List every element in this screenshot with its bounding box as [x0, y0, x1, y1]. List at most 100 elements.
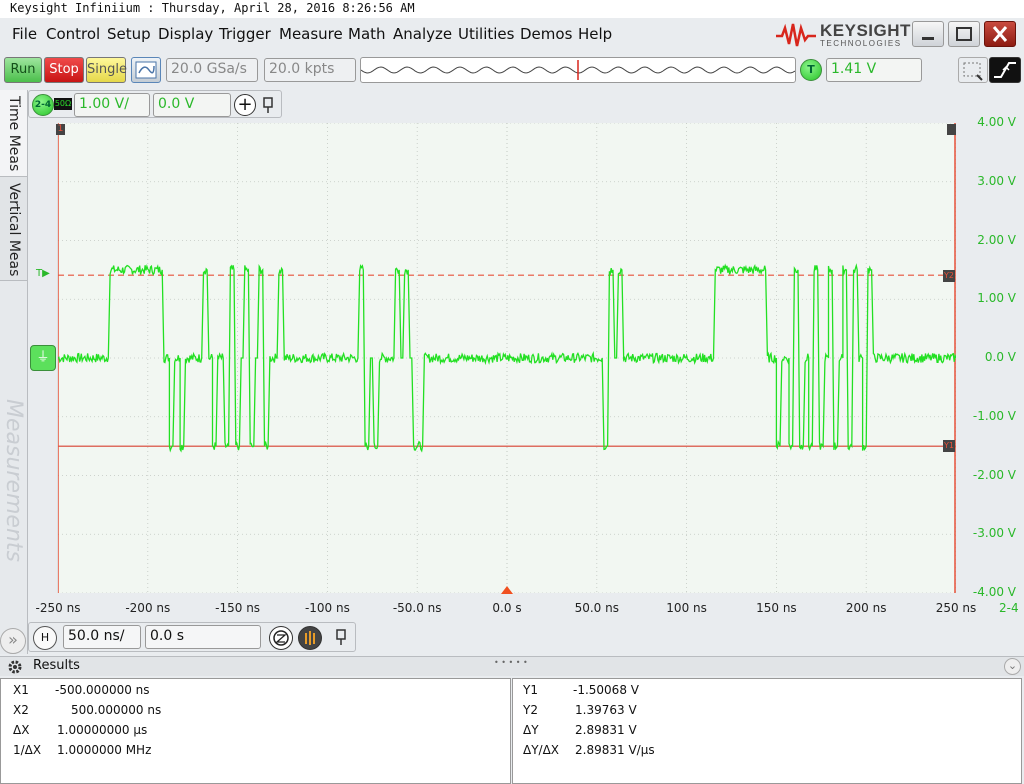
trigger-position-marker[interactable] [501, 586, 513, 594]
acquisition-mode-button[interactable] [298, 626, 322, 650]
tab-vertical-meas[interactable]: Vertical Meas [0, 176, 28, 280]
overview-wave [360, 60, 796, 80]
run-button[interactable]: Run [4, 57, 42, 83]
result-value: 2.89831 V/µs [575, 743, 655, 757]
x-tick-label: -200 ns [125, 601, 171, 615]
menu-file[interactable]: File [12, 25, 37, 43]
gear-icon[interactable] [6, 658, 26, 676]
ground-marker[interactable]: ⏚ [30, 345, 56, 371]
y-tick-label: 3.00 V [977, 173, 1016, 188]
horizontal-scale-field[interactable]: 50.0 ns/ [63, 625, 141, 649]
measurements-watermark: Measurements [1, 399, 26, 562]
horizontal-badge[interactable]: H [33, 626, 57, 650]
trigger-level-field[interactable]: 1.41 V [826, 58, 922, 82]
keysight-logo: KEYSIGHT TECHNOLOGIES [776, 20, 910, 50]
add-channel-button[interactable]: + [234, 94, 256, 116]
double-chevron-icon: » [8, 630, 18, 649]
x-tick-label: 50.0 ns [574, 601, 619, 615]
maximize-button[interactable] [948, 21, 980, 47]
horizontal-position-field[interactable]: 0.0 s [145, 625, 261, 649]
menu-trigger[interactable]: Trigger [219, 25, 271, 43]
y-tick-label: -4.00 V [972, 585, 1016, 599]
edge-trigger-button[interactable] [989, 57, 1021, 83]
tab-time-meas-label: Time Meas [6, 96, 22, 172]
tab-time-meas[interactable]: Time Meas [0, 90, 28, 176]
results-title: Results [33, 658, 80, 673]
vertical-scale-field[interactable]: 1.00 V/ [74, 93, 150, 117]
menu-analyze[interactable]: Analyze [393, 25, 452, 43]
x-tick-label: 150 ns [756, 601, 797, 615]
result-label: X2 [13, 703, 29, 717]
menu-demos[interactable]: Demos [520, 25, 572, 43]
close-button[interactable] [984, 21, 1016, 47]
y-tick-label: -3.00 V [972, 526, 1016, 541]
resize-grip[interactable]: • • • • • [494, 658, 528, 667]
result-label: ΔY/ΔX [523, 743, 560, 757]
plus-icon: + [237, 94, 253, 115]
pin-icon [336, 629, 346, 645]
x-tick-label: -100 ns [304, 601, 350, 615]
y-tick-label: -1.00 V [972, 408, 1016, 423]
logo-name: KEYSIGHT [820, 21, 911, 40]
results-cursor-x-panel: X1 -500.000000 ns X2 500.000000 ns ΔX 1.… [0, 678, 511, 784]
menu-measure[interactable]: Measure [279, 25, 343, 43]
logo-subtitle: TECHNOLOGIES [820, 39, 902, 48]
cursor-y1-marker[interactable]: Y1 [943, 440, 955, 453]
expand-sidebar-button[interactable]: » [0, 628, 26, 654]
autoscale-button[interactable] [131, 57, 161, 83]
restore-icon [956, 27, 972, 41]
menu-help[interactable]: Help [578, 25, 612, 43]
autoscale-icon [135, 61, 157, 79]
x-tick-label: 250 ns [935, 601, 977, 615]
result-label: ΔX [13, 723, 30, 737]
results-header[interactable]: Results • • • • • ⌄ [0, 656, 1024, 676]
results-cursor-y-panel: Y1 -1.50068 V Y2 1.39763 V ΔY 2.89831 V … [512, 678, 1022, 784]
y-tick-label: 2.00 V [977, 232, 1016, 247]
menu-control[interactable]: Control [46, 25, 100, 43]
trigger-level-marker[interactable]: T▶ [36, 268, 50, 279]
window-title: Keysight Infiniium : Thursday, April 28,… [0, 0, 1024, 18]
x-tick-label: -50.0 ns [392, 601, 442, 615]
timebase-pin-button[interactable] [332, 626, 350, 648]
result-label: 1/ΔX [13, 743, 42, 757]
trigger-badge[interactable]: T [800, 59, 822, 81]
channel-badge[interactable]: 2-4 [32, 94, 54, 116]
channel-pin-button[interactable] [259, 94, 277, 116]
single-button[interactable]: Single [86, 57, 127, 83]
menu-display[interactable]: Display [158, 25, 213, 43]
stop-button[interactable]: Stop [44, 57, 84, 83]
cursor-y2-marker[interactable]: Y2 [943, 269, 955, 282]
waveform-overview[interactable] [360, 57, 796, 83]
zoom-select-button[interactable] [958, 57, 988, 83]
bars-icon [305, 631, 315, 645]
waveform-trace [57, 263, 957, 453]
zoom-box-icon [963, 62, 983, 81]
minimize-icon [922, 37, 934, 40]
menu-setup[interactable]: Setup [107, 25, 151, 43]
result-value: 1.00000000 µs [57, 723, 148, 737]
y-tick-label: -2.00 V [972, 467, 1016, 482]
chevron-down-icon: ⌄ [1007, 659, 1018, 672]
pin-icon [263, 97, 273, 113]
cursor-x1-marker[interactable]: 1 [56, 124, 65, 135]
y-tick-label: 4.00 V [977, 115, 1016, 129]
result-value: 1.39763 V [575, 703, 637, 717]
menu-utilities[interactable]: Utilities [458, 25, 514, 43]
vertical-offset-field[interactable]: 0.0 V [153, 93, 231, 117]
measurements-panel[interactable]: Measurements [0, 280, 28, 654]
result-value: -1.50068 V [573, 683, 639, 697]
tab-vertical-meas-label: Vertical Meas [6, 183, 22, 277]
zoom-button[interactable] [269, 626, 293, 650]
cursor-x2-marker[interactable] [947, 124, 956, 135]
waveform-svg [57, 122, 957, 594]
minimize-button[interactable] [912, 21, 944, 47]
result-label: Y2 [523, 703, 538, 717]
memory-depth-field[interactable]: 20.0 kpts [264, 58, 356, 82]
x-tick-label: -150 ns [215, 601, 261, 615]
sample-rate-field[interactable]: 20.0 GSa/s [166, 58, 258, 82]
menu-math[interactable]: Math [348, 25, 386, 43]
x-axis-channel-label: 2-4 [999, 601, 1019, 615]
waveform-plot[interactable] [57, 122, 957, 594]
collapse-results-button[interactable]: ⌄ [1004, 658, 1021, 675]
result-value: -500.000000 ns [55, 683, 150, 697]
